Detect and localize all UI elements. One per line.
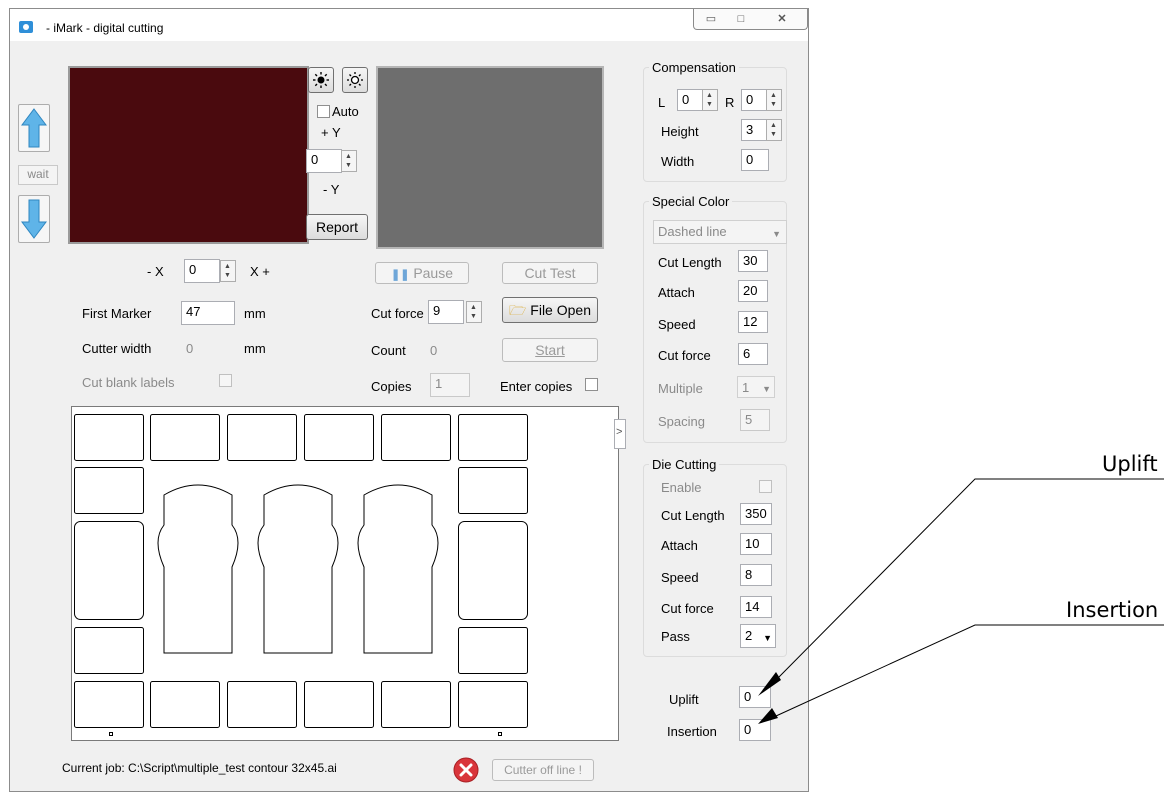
insertion-callout: Insertion [1066, 598, 1159, 622]
callout-lines [758, 478, 1164, 724]
uplift-callout: Uplift [1102, 452, 1158, 476]
